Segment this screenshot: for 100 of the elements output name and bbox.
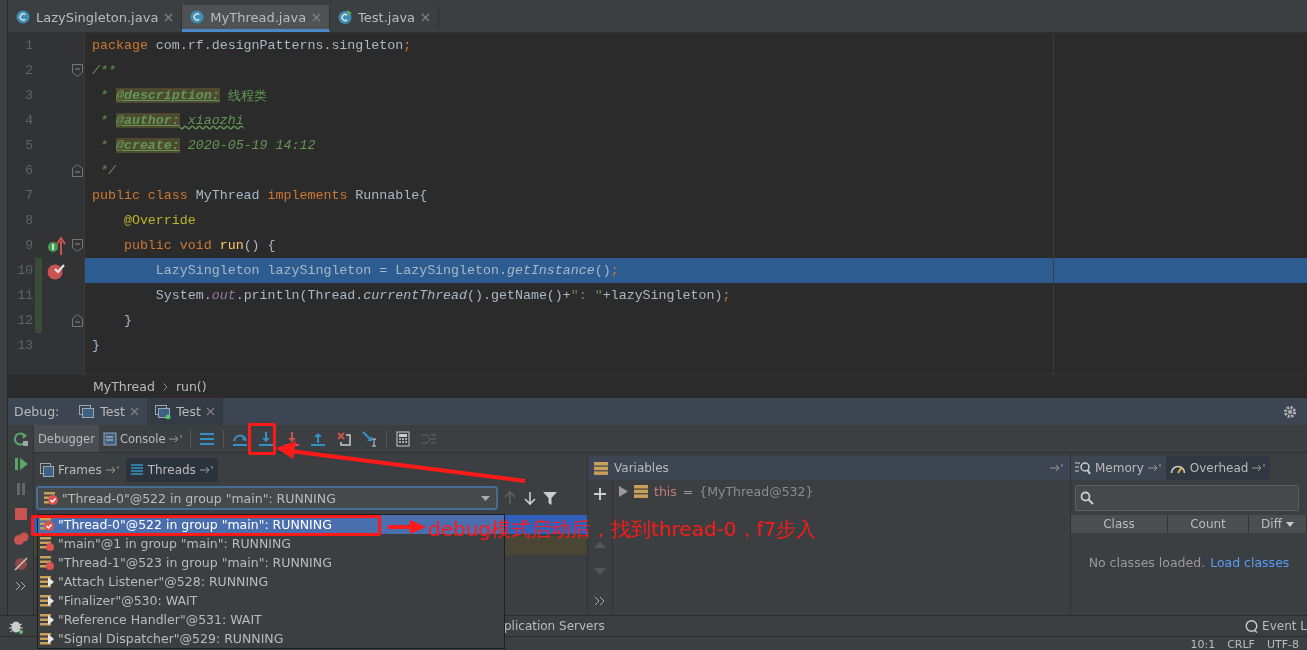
frames-tab[interactable]: Threads [125, 457, 218, 482]
thread-dropdown[interactable]: "Thread-0"@522 in group "main": RUNNING [36, 486, 498, 510]
thread-check-icon [44, 491, 58, 505]
tool-window-tab[interactable]: plication Servers [504, 619, 605, 634]
thread-item[interactable]: "Finalizer"@530: WAIT [38, 591, 504, 610]
view-tab[interactable]: Console [98, 425, 187, 452]
memory-tab[interactable]: Overhead [1165, 456, 1271, 480]
thread-running-icon [40, 613, 54, 626]
down-arrow-icon[interactable] [522, 490, 538, 506]
console-icon [102, 431, 117, 446]
code-line: } [91, 337, 101, 355]
fold-icon[interactable] [72, 314, 83, 327]
code-line: System.out.println(Thread.currentThread().getName()+": "+lazySingleton); [154, 287, 732, 305]
field-icon [634, 484, 648, 498]
add-icon[interactable] [594, 488, 606, 500]
thread-paused-icon [40, 536, 54, 551]
rerun-icon[interactable] [12, 431, 29, 447]
more-icon[interactable] [594, 596, 606, 606]
stop-icon[interactable] [12, 506, 29, 522]
pin-icon[interactable] [199, 465, 214, 474]
line-separator[interactable]: CRLF [1227, 637, 1255, 650]
pin-icon[interactable] [1050, 464, 1064, 472]
column-header[interactable]: Diff [1249, 515, 1307, 533]
column-header[interactable]: Count [1168, 515, 1249, 533]
cursor-position[interactable]: 10:1 [1190, 637, 1216, 650]
thread-item[interactable]: "Reference Handler"@531: WAIT [38, 610, 504, 629]
variables-icon [594, 461, 608, 475]
threads-icon [129, 462, 144, 477]
empty-message: No classes loaded. [1088, 555, 1206, 570]
breadcrumb-item[interactable]: run() [175, 379, 207, 395]
close-icon[interactable] [205, 407, 215, 416]
close-icon[interactable] [164, 12, 174, 22]
panel-title: Debug: [13, 403, 61, 421]
fold-icon[interactable] [72, 164, 83, 177]
expand-arrow-icon[interactable] [619, 485, 628, 497]
close-icon[interactable] [421, 12, 431, 22]
pin-icon[interactable] [1252, 464, 1267, 472]
thread-running-icon [40, 575, 54, 588]
run-to-cursor-icon[interactable] [361, 430, 378, 447]
pin-icon[interactable] [105, 465, 120, 474]
breakpoints-icon[interactable] [12, 531, 29, 547]
column-header[interactable]: Class [1071, 515, 1168, 533]
view-tab[interactable]: Debugger [34, 425, 99, 452]
variable-value: {MyThread@532} [699, 483, 814, 499]
calculator-icon[interactable] [394, 430, 411, 447]
highlight-frame [248, 423, 276, 455]
panel-title: Variables [614, 461, 669, 475]
search-icon [1080, 491, 1094, 505]
thread-paused-icon [40, 555, 54, 570]
code-line: } [122, 312, 133, 330]
implements-arrow-icon[interactable] [47, 236, 67, 255]
step-into-icon[interactable] [257, 430, 274, 447]
frames-tab[interactable]: Frames [36, 457, 124, 482]
file-tab[interactable]: Test.java [330, 5, 440, 32]
resume-icon[interactable] [12, 456, 29, 472]
more-icon[interactable] [14, 581, 27, 591]
close-icon[interactable] [129, 407, 139, 416]
memory-tab[interactable]: Memory [1071, 456, 1166, 480]
code-line: public class MyThread implements Runnable{ [91, 187, 429, 205]
code-line: @Override [122, 212, 197, 230]
thread-item[interactable]: "Attach Listener"@528: RUNNING [38, 572, 504, 591]
equals-sign: = [682, 483, 694, 499]
pin-icon[interactable] [1147, 464, 1162, 472]
search-field[interactable] [1075, 485, 1299, 511]
code-line: * @create: 2020-05-19 14:12 [98, 137, 317, 155]
thread-item[interactable]: "Thread-1"@523 in group "main": RUNNING [38, 553, 504, 572]
code-line: */ [98, 162, 117, 180]
chevron-icon [162, 382, 168, 391]
code-line: package com.rf.designPatterns.singleton; [91, 37, 413, 55]
event-log-button[interactable]: Event L [1245, 619, 1307, 634]
speech-bubble-icon [1245, 619, 1259, 633]
thread-check-icon [40, 518, 54, 531]
code-line: public void run() { [122, 237, 277, 255]
class-icon [16, 10, 30, 24]
file-tab[interactable]: MyThread.java [182, 5, 331, 32]
code-line: /** [91, 62, 117, 80]
settings-icon[interactable] [1283, 404, 1297, 419]
pin-icon[interactable] [168, 434, 183, 443]
close-icon[interactable] [312, 12, 322, 22]
running-config-icon [155, 404, 172, 419]
breadcrumb-item[interactable]: MyThread [93, 379, 155, 395]
thread-item[interactable]: "Signal Dispatcher"@529: RUNNING [38, 629, 504, 648]
load-classes-link[interactable]: Load classes [1210, 555, 1290, 570]
config-icon [79, 404, 96, 419]
fold-icon[interactable] [72, 64, 83, 77]
drop-frame-icon[interactable] [335, 430, 352, 447]
thread-running-icon [40, 594, 54, 607]
file-encoding[interactable]: UTF-8 [1266, 637, 1299, 650]
annotation-arrow [388, 520, 426, 534]
runnable-class-icon [338, 10, 353, 24]
mute-breakpoints-icon[interactable] [12, 556, 29, 572]
fold-icon[interactable] [72, 239, 83, 252]
magnifier-list-icon [1075, 461, 1091, 475]
run-tab[interactable]: Test [147, 398, 224, 425]
filter-icon[interactable] [542, 490, 558, 506]
step-out-icon[interactable] [309, 430, 326, 447]
sort-arrow-icon [1285, 521, 1294, 527]
dropdown-arrow-icon [481, 495, 490, 501]
menu-icon[interactable] [198, 430, 215, 447]
thread-running-icon [40, 632, 54, 645]
